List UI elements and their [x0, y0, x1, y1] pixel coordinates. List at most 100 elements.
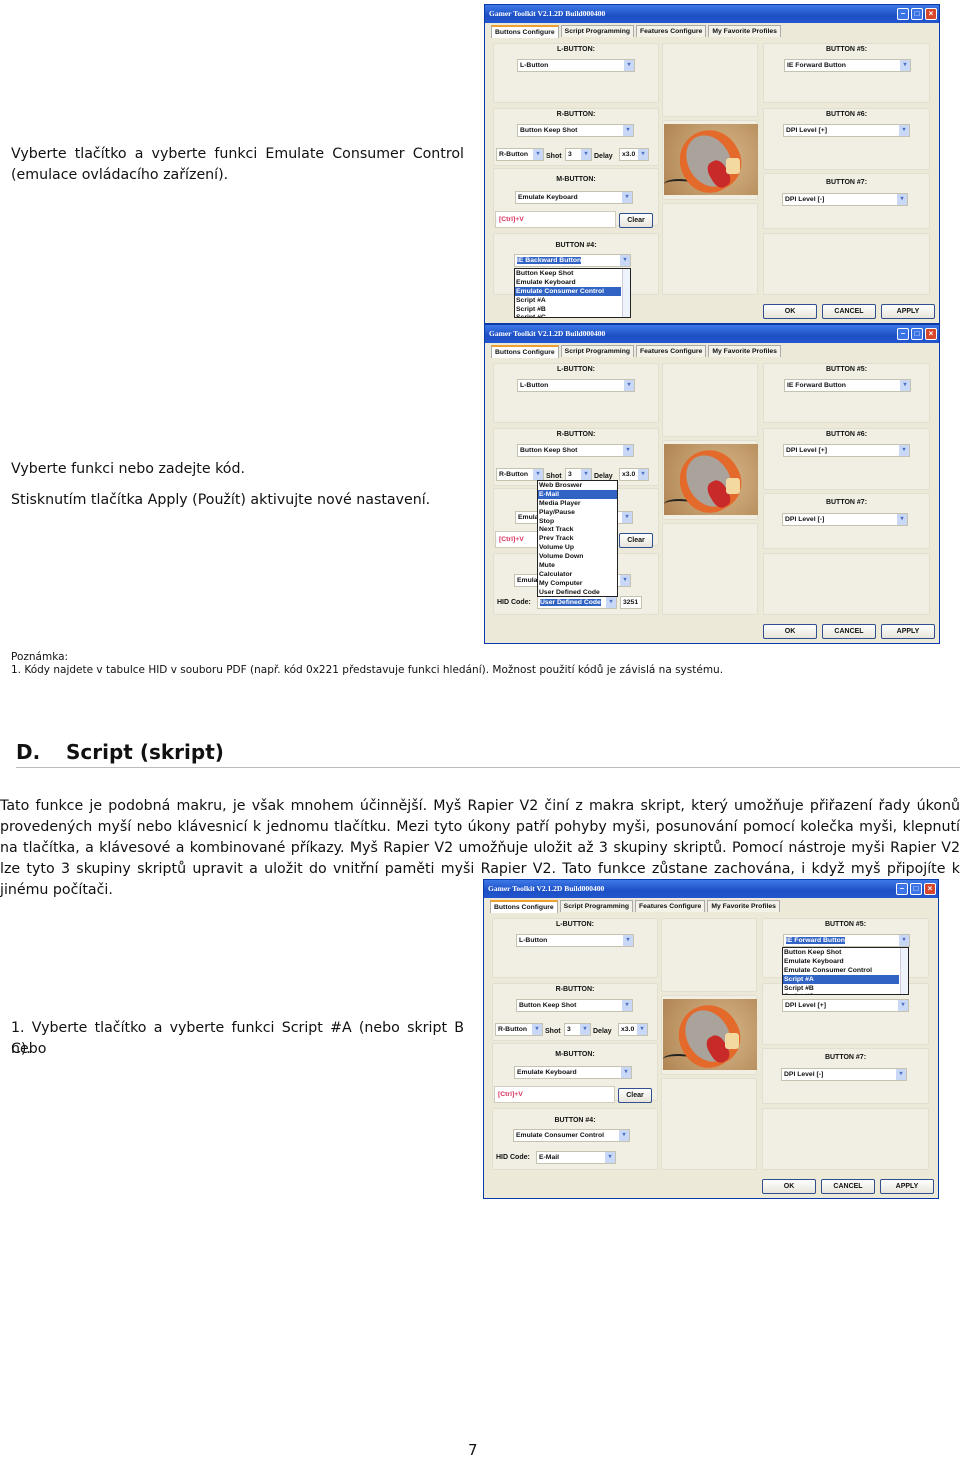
shot-select[interactable]: 3 ▾	[565, 148, 592, 161]
dropdown-option[interactable]: User Defined Code	[538, 588, 617, 596]
tab-script-programming[interactable]: Script Programming	[559, 900, 633, 912]
close-button[interactable]: ×	[925, 328, 937, 340]
tab-my-favorite-profiles[interactable]: My Favorite Profiles	[707, 900, 780, 912]
chevron-down-icon[interactable]: ▾	[622, 1000, 632, 1011]
shot-select[interactable]: 3 ▾	[564, 1023, 591, 1036]
dropdown-option[interactable]: Media Player	[538, 499, 617, 508]
r-button-select[interactable]: Button Keep Shot ▾	[517, 124, 634, 137]
dropdown-option[interactable]: Stop	[538, 517, 617, 526]
chevron-down-icon[interactable]: ▾	[623, 125, 633, 136]
hid-code-select[interactable]: User Defined Code ▾	[537, 596, 617, 609]
dropdown-option[interactable]: My Computer	[538, 579, 617, 588]
dropdown-option[interactable]: Button Keep Shot	[783, 948, 899, 957]
ok-button[interactable]: OK	[763, 624, 817, 639]
dropdown-option[interactable]: Prev Track	[538, 534, 617, 543]
chevron-down-icon[interactable]: ▾	[900, 60, 910, 71]
chevron-down-icon[interactable]: ▾	[623, 445, 633, 456]
button-4-select[interactable]: Emulate Consumer Control ▾	[513, 1129, 630, 1142]
hid-code-value-field[interactable]: 3251	[620, 596, 642, 609]
tab-buttons-configure[interactable]: Buttons Configure	[491, 345, 559, 358]
l-button-select[interactable]: L-Button ▾	[516, 934, 634, 947]
button-7-select[interactable]: DPI Level [-] ▾	[782, 513, 908, 526]
dropdown-option[interactable]: Script #A	[515, 296, 621, 305]
dropdown-option[interactable]: Script #A	[783, 974, 899, 984]
cancel-button[interactable]: CANCEL	[821, 1179, 875, 1194]
clear-button[interactable]: Clear	[619, 213, 653, 228]
dropdown-option[interactable]: Script #B	[783, 984, 899, 993]
chevron-down-icon[interactable]: ▾	[638, 149, 648, 160]
minimize-button[interactable]: –	[897, 328, 909, 340]
chevron-down-icon[interactable]: ▾	[622, 512, 632, 523]
chevron-down-icon[interactable]: ▾	[899, 445, 909, 456]
dropdown-scrollbar[interactable]	[900, 948, 908, 994]
chevron-down-icon[interactable]: ▾	[532, 1024, 542, 1035]
dropdown-option[interactable]: Emulate Consumer Control	[515, 286, 621, 296]
cancel-button[interactable]: CANCEL	[822, 304, 876, 319]
maximize-button[interactable]: □	[911, 328, 923, 340]
chevron-down-icon[interactable]: ▾	[621, 1067, 631, 1078]
apply-button[interactable]: APPLY	[881, 624, 935, 639]
key-combo-field[interactable]: [Ctrl]+V	[494, 1086, 615, 1103]
tab-features-configure[interactable]: Features Configure	[636, 345, 707, 357]
l-button-select[interactable]: L-Button ▾	[517, 59, 635, 72]
chevron-down-icon[interactable]: ▾	[620, 575, 630, 586]
tab-script-programming[interactable]: Script Programming	[560, 345, 634, 357]
dropdown-option[interactable]: Next Track	[538, 525, 617, 534]
chevron-down-icon[interactable]: ▾	[898, 1000, 908, 1011]
m-button-select[interactable]: Emulate Keyboard ▾	[515, 191, 633, 204]
dropdown-option[interactable]: Emulate Keyboard	[515, 278, 621, 287]
chevron-down-icon[interactable]: ▾	[638, 469, 648, 480]
chevron-down-icon[interactable]: ▾	[580, 1024, 590, 1035]
r-button-select[interactable]: Button Keep Shot ▾	[517, 444, 634, 457]
chevron-down-icon[interactable]: ▾	[622, 192, 632, 203]
dropdown-option[interactable]: Script #C	[783, 992, 899, 994]
dropdown-scrollbar[interactable]	[622, 269, 630, 317]
minimize-button[interactable]: –	[897, 8, 909, 20]
chevron-down-icon[interactable]: ▾	[897, 194, 907, 205]
button-5-select[interactable]: IE Forward Button ▾	[784, 379, 911, 392]
minimize-button[interactable]: –	[896, 883, 908, 895]
apply-button[interactable]: APPLY	[880, 1179, 934, 1194]
tab-my-favorite-profiles[interactable]: My Favorite Profiles	[708, 25, 781, 37]
button-5-select[interactable]: IE Forward Button ▾	[784, 59, 911, 72]
clear-button[interactable]: Clear	[619, 533, 653, 548]
button-4-select[interactable]: IE Backward Button ▾	[514, 254, 631, 267]
button-6-select[interactable]: DPI Level [+] ▾	[783, 124, 910, 137]
l-button-select[interactable]: L-Button ▾	[517, 379, 635, 392]
cancel-button[interactable]: CANCEL	[822, 624, 876, 639]
ok-button[interactable]: OK	[763, 304, 817, 319]
chevron-down-icon[interactable]: ▾	[896, 1069, 906, 1080]
delay-select[interactable]: x3.0 ▾	[618, 1023, 648, 1036]
delay-select[interactable]: x3.0 ▾	[619, 468, 649, 481]
dropdown-option[interactable]: Emulate Consumer Control	[783, 966, 899, 975]
dropdown-option[interactable]: Script #B	[515, 305, 621, 314]
tab-buttons-configure[interactable]: Buttons Configure	[491, 25, 559, 38]
close-button[interactable]: ×	[924, 883, 936, 895]
dropdown-option[interactable]: Button Keep Shot	[515, 269, 621, 278]
chevron-down-icon[interactable]: ▾	[606, 597, 616, 608]
chevron-down-icon[interactable]: ▾	[619, 1130, 629, 1141]
delay-select[interactable]: x3.0 ▾	[619, 148, 649, 161]
dropdown-option[interactable]: E-Mail	[538, 489, 617, 499]
tab-script-programming[interactable]: Script Programming	[560, 25, 634, 37]
chevron-down-icon[interactable]: ▾	[623, 935, 633, 946]
button-7-select[interactable]: DPI Level [-] ▾	[781, 1068, 907, 1081]
maximize-button[interactable]: □	[911, 8, 923, 20]
chevron-down-icon[interactable]: ▾	[899, 125, 909, 136]
chevron-down-icon[interactable]: ▾	[900, 380, 910, 391]
key-combo-field[interactable]: [Ctrl]+V	[495, 211, 616, 228]
m-button-select[interactable]: Emulate Keyboard ▾	[514, 1066, 632, 1079]
hid-code-select[interactable]: E-Mail ▾	[536, 1151, 616, 1164]
tab-features-configure[interactable]: Features Configure	[636, 25, 707, 37]
r-button-select[interactable]: Button Keep Shot ▾	[516, 999, 633, 1012]
chevron-down-icon[interactable]: ▾	[605, 1152, 615, 1163]
button-6-select[interactable]: DPI Level [+] ▾	[782, 999, 909, 1012]
dropdown-option[interactable]: Volume Down	[538, 552, 617, 561]
dropdown-option[interactable]: Script #C	[515, 313, 621, 317]
chevron-down-icon[interactable]: ▾	[533, 149, 543, 160]
chevron-down-icon[interactable]: ▾	[581, 149, 591, 160]
tab-buttons-configure[interactable]: Buttons Configure	[490, 900, 558, 913]
chevron-down-icon[interactable]: ▾	[533, 469, 543, 480]
dropdown-option[interactable]: Mute	[538, 561, 617, 570]
chevron-down-icon[interactable]: ▾	[620, 255, 630, 266]
